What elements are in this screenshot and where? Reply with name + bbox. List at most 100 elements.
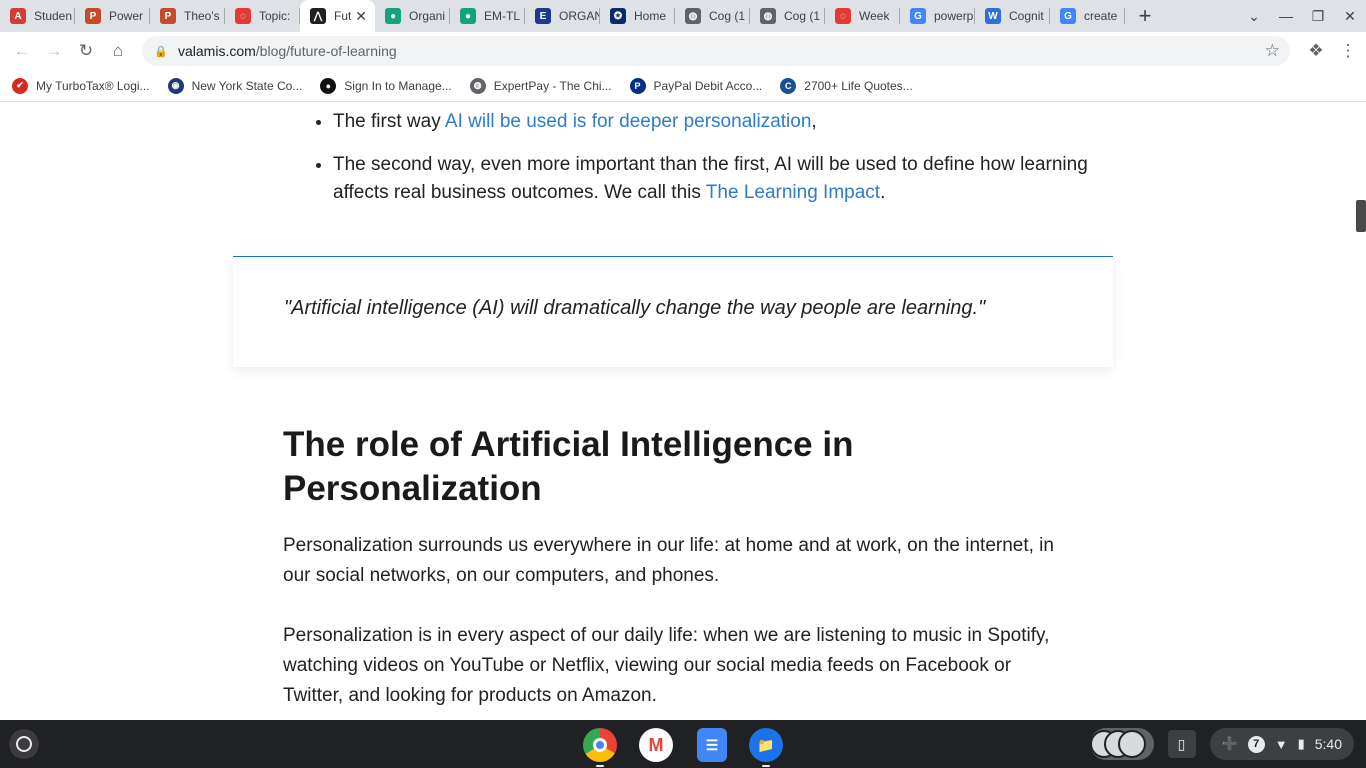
paragraph: Personalization is in every aspect of ou… bbox=[283, 625, 1050, 706]
tab-label: Cog (1 bbox=[709, 9, 746, 23]
bookmark-item[interactable]: ● Sign In to Manage... bbox=[320, 77, 452, 94]
bookmark-label: ExpertPay - The Chi... bbox=[493, 78, 612, 93]
tab-label: Cog (1 bbox=[784, 9, 821, 23]
gmail-icon[interactable]: M bbox=[639, 728, 673, 762]
tab-label: Power bbox=[109, 9, 144, 23]
home-icon[interactable]: ⌂ bbox=[102, 35, 134, 67]
tab[interactable]: P Theo's bbox=[150, 0, 225, 32]
tab[interactable]: ◍ Cog (1 bbox=[750, 0, 825, 32]
tab-label: Studen bbox=[34, 9, 73, 23]
tab-label: create bbox=[1084, 9, 1118, 23]
tab-label: Organi bbox=[409, 9, 446, 23]
letter-c-icon: C bbox=[780, 77, 797, 94]
pull-quote: "Artificial intelligence (AI) will drama… bbox=[233, 256, 1113, 367]
tab[interactable]: P Power bbox=[75, 0, 150, 32]
thumbnail bbox=[1117, 730, 1146, 758]
lock-icon[interactable]: 🔒 bbox=[154, 45, 168, 58]
tab[interactable]: ◍ Cog (1 bbox=[675, 0, 750, 32]
tab[interactable]: ◌ Week bbox=[825, 0, 900, 32]
minimize-icon[interactable]: — bbox=[1270, 8, 1302, 24]
bullet-tail: . bbox=[880, 182, 886, 203]
close-window-icon[interactable]: ✕ bbox=[1334, 8, 1366, 25]
window-controls: ⌄ — ❐ ✕ bbox=[1238, 0, 1366, 32]
bookmark-item[interactable]: ✔ My TurboTax® Logi... bbox=[12, 77, 150, 94]
tab[interactable]: Gpowerp bbox=[900, 0, 975, 32]
bookmark-label: PayPal Debit Acco... bbox=[653, 78, 763, 93]
letter-e-icon: E bbox=[535, 8, 551, 24]
bullet-tail: , bbox=[811, 111, 817, 132]
wifi-icon: ▼ bbox=[1274, 736, 1288, 752]
bookmark-item[interactable]: P PayPal Debit Acco... bbox=[629, 77, 763, 94]
download-icon: ➕ bbox=[1221, 736, 1238, 751]
tab[interactable]: ✪ Home bbox=[600, 0, 675, 32]
close-icon[interactable]: ✕ bbox=[355, 8, 367, 25]
new-tab-plus-icon[interactable]: + bbox=[1125, 0, 1165, 32]
circle-logo-icon: ● bbox=[320, 77, 337, 94]
bullet-list: The first way AI will be used is for dee… bbox=[316, 108, 1113, 222]
kiwi-icon: ● bbox=[385, 8, 401, 24]
tab[interactable]: ⋀ Fut ✕ bbox=[300, 0, 375, 32]
globe-icon: ◍ bbox=[685, 8, 701, 24]
nys-seal-icon: ◉ bbox=[167, 77, 184, 94]
kebab-menu-icon[interactable]: ⋮ bbox=[1332, 35, 1364, 67]
bookmark-item[interactable]: C 2700+ Life Quotes... bbox=[780, 77, 913, 94]
bookmarks-bar: ✔ My TurboTax® Logi... ◉ New York State Co.… bbox=[0, 70, 1366, 102]
pinned-apps: M ☰ 📁 bbox=[583, 728, 805, 767]
os-shelf: M ☰ 📁 ▯ ➕ 7 ▼ ▮ 5:40 bbox=[0, 720, 1366, 768]
google-icon: G bbox=[1060, 8, 1076, 24]
personalization-link[interactable]: AI will be used is for deeper personaliz… bbox=[445, 111, 811, 132]
google-icon: G bbox=[910, 8, 926, 24]
reload-icon[interactable]: ↻ bbox=[70, 35, 102, 67]
tab[interactable]: A Studen bbox=[0, 0, 75, 32]
letter-a-icon: A bbox=[10, 8, 26, 24]
hexagon-icon: ✪ bbox=[610, 8, 626, 24]
paragraph: Personalization surrounds us everywhere … bbox=[283, 535, 1054, 586]
spinner-icon: ◌ bbox=[235, 8, 251, 24]
page-content: The first way AI will be used is for dee… bbox=[0, 103, 1366, 720]
valamis-icon: ⋀ bbox=[310, 8, 326, 24]
tab[interactable]: Gcreate bbox=[1050, 0, 1125, 32]
tab-label: Home bbox=[634, 9, 667, 23]
tab-label: EM-TL bbox=[484, 9, 520, 23]
tab-label: Topic: bbox=[259, 9, 291, 23]
tab-label: ORGAN bbox=[559, 9, 600, 23]
quote-text: "Artificial intelligence (AI) will drama… bbox=[284, 297, 986, 319]
restore-icon[interactable]: ❐ bbox=[1302, 8, 1334, 25]
bookmark-star-icon[interactable]: ☆ bbox=[1265, 41, 1280, 61]
bookmark-label: 2700+ Life Quotes... bbox=[804, 78, 913, 93]
powerpoint-icon: P bbox=[85, 8, 101, 24]
docs-icon[interactable]: ☰ bbox=[697, 728, 727, 762]
paypal-icon: P bbox=[629, 77, 646, 94]
chrome-icon[interactable] bbox=[583, 728, 617, 767]
learning-impact-link[interactable]: The Learning Impact bbox=[706, 182, 880, 203]
kiwi-icon: ● bbox=[460, 8, 476, 24]
extensions-puzzle-icon[interactable]: ❖ bbox=[1300, 35, 1332, 67]
holding-space-thumbnails[interactable] bbox=[1089, 728, 1154, 760]
tab-search-icon[interactable]: ⌄ bbox=[1238, 8, 1270, 25]
files-icon[interactable]: 📁 bbox=[749, 728, 783, 767]
system-status-area[interactable]: ➕ 7 ▼ ▮ 5:40 bbox=[1209, 728, 1354, 760]
bookmark-item[interactable]: ◍ ExpertPay - The Chi... bbox=[469, 77, 612, 94]
section-heading: The role of Artificial Intelligence in P… bbox=[283, 425, 854, 508]
tab[interactable]: ● EM-TL bbox=[450, 0, 525, 32]
globe-icon: ◍ bbox=[760, 8, 776, 24]
bookmark-label: Sign In to Manage... bbox=[344, 78, 452, 93]
tab-label: Week bbox=[859, 9, 890, 23]
tab[interactable]: ● Organi bbox=[375, 0, 450, 32]
forward-arrow-icon[interactable]: → bbox=[38, 35, 70, 67]
tab[interactable]: E ORGAN bbox=[525, 0, 600, 32]
url-host: valamis.com bbox=[178, 43, 256, 59]
back-arrow-icon[interactable]: ← bbox=[6, 35, 38, 67]
phone-hub-icon[interactable]: ▯ bbox=[1167, 730, 1196, 758]
powerpoint-icon: P bbox=[160, 8, 176, 24]
tab[interactable]: W Cognit bbox=[975, 0, 1050, 32]
tab-label: Theo's bbox=[184, 9, 220, 23]
tab[interactable]: ◌ Topic: bbox=[225, 0, 300, 32]
list-item: The second way, even more important than… bbox=[316, 151, 1113, 207]
globe-icon: ◍ bbox=[469, 77, 486, 94]
clock: 5:40 bbox=[1314, 736, 1342, 752]
scrollbar-thumb[interactable] bbox=[1356, 200, 1366, 232]
launcher-icon[interactable] bbox=[9, 729, 39, 759]
bookmark-item[interactable]: ◉ New York State Co... bbox=[167, 77, 302, 94]
address-bar[interactable]: 🔒 valamis.com/blog/future-of-learning ☆ bbox=[142, 36, 1290, 66]
